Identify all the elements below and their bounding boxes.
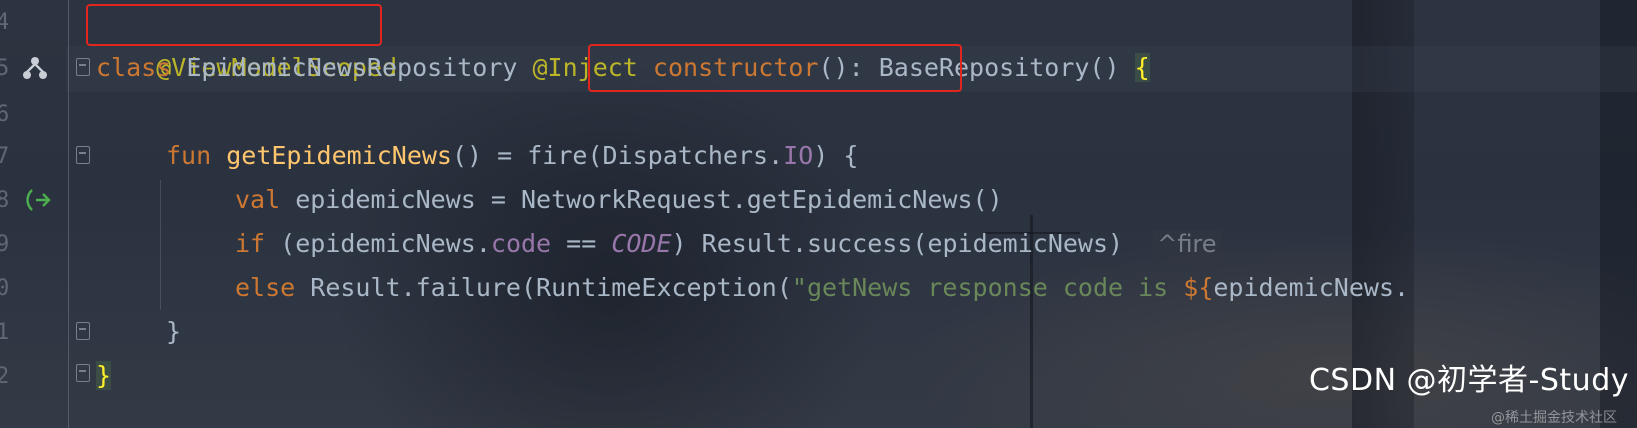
- code-line-10: else Result.failure(RuntimeException("ge…: [235, 266, 1409, 310]
- success-call: ) Result.success(epidemicNews): [671, 229, 1124, 258]
- string-literal: "getNews response code is: [791, 273, 1184, 302]
- inlay-hint-fire: ^fire: [1153, 230, 1221, 258]
- dispatcher-io: IO: [783, 141, 814, 170]
- highlight-box-inject-constructor: [588, 44, 962, 92]
- template-open: ${: [1183, 273, 1214, 302]
- keyword-val: val: [235, 185, 281, 214]
- close-brace: }: [166, 317, 182, 346]
- watermark-text: CSDN @初学者-Study: [1308, 363, 1629, 398]
- if-condition-start: (epidemicNews.: [265, 229, 491, 258]
- keyword-class: class: [96, 53, 172, 82]
- code-line-8: val epidemicNews = NetworkRequest.getEpi…: [235, 178, 1003, 222]
- template-expr: epidemicNews.: [1213, 273, 1410, 302]
- close-brace-matched: }: [96, 361, 112, 390]
- class-name: EpidemicNewsRepository: [171, 53, 533, 82]
- code-line-11: }: [166, 310, 181, 354]
- code-line-7: fun getEpidemicNews() = fire(Dispatchers…: [166, 134, 858, 178]
- keyword-else: else: [235, 273, 296, 302]
- code-line-12: }: [96, 354, 112, 398]
- constant-code: CODE: [611, 229, 672, 258]
- val-declaration: epidemicNews = NetworkRequest.getEpidemi…: [280, 185, 1003, 214]
- property-code: code: [490, 229, 552, 258]
- function-open: ) {: [813, 141, 859, 170]
- watermark-subtext: @稀土掘金技术社区: [1491, 410, 1617, 426]
- code-line-9: if (epidemicNews.code == CODE) Result.su…: [235, 222, 1221, 266]
- function-signature: () = fire(Dispatchers.: [452, 141, 784, 170]
- keyword-fun: fun: [166, 141, 212, 170]
- failure-call: Result.failure(RuntimeException(: [295, 273, 792, 302]
- equality-operator: ==: [551, 229, 612, 258]
- highlight-box-viewmodelscoped: [86, 4, 382, 46]
- open-brace-matched: {: [1134, 53, 1150, 82]
- keyword-if: if: [235, 229, 266, 258]
- function-name: getEpidemicNews: [226, 141, 452, 170]
